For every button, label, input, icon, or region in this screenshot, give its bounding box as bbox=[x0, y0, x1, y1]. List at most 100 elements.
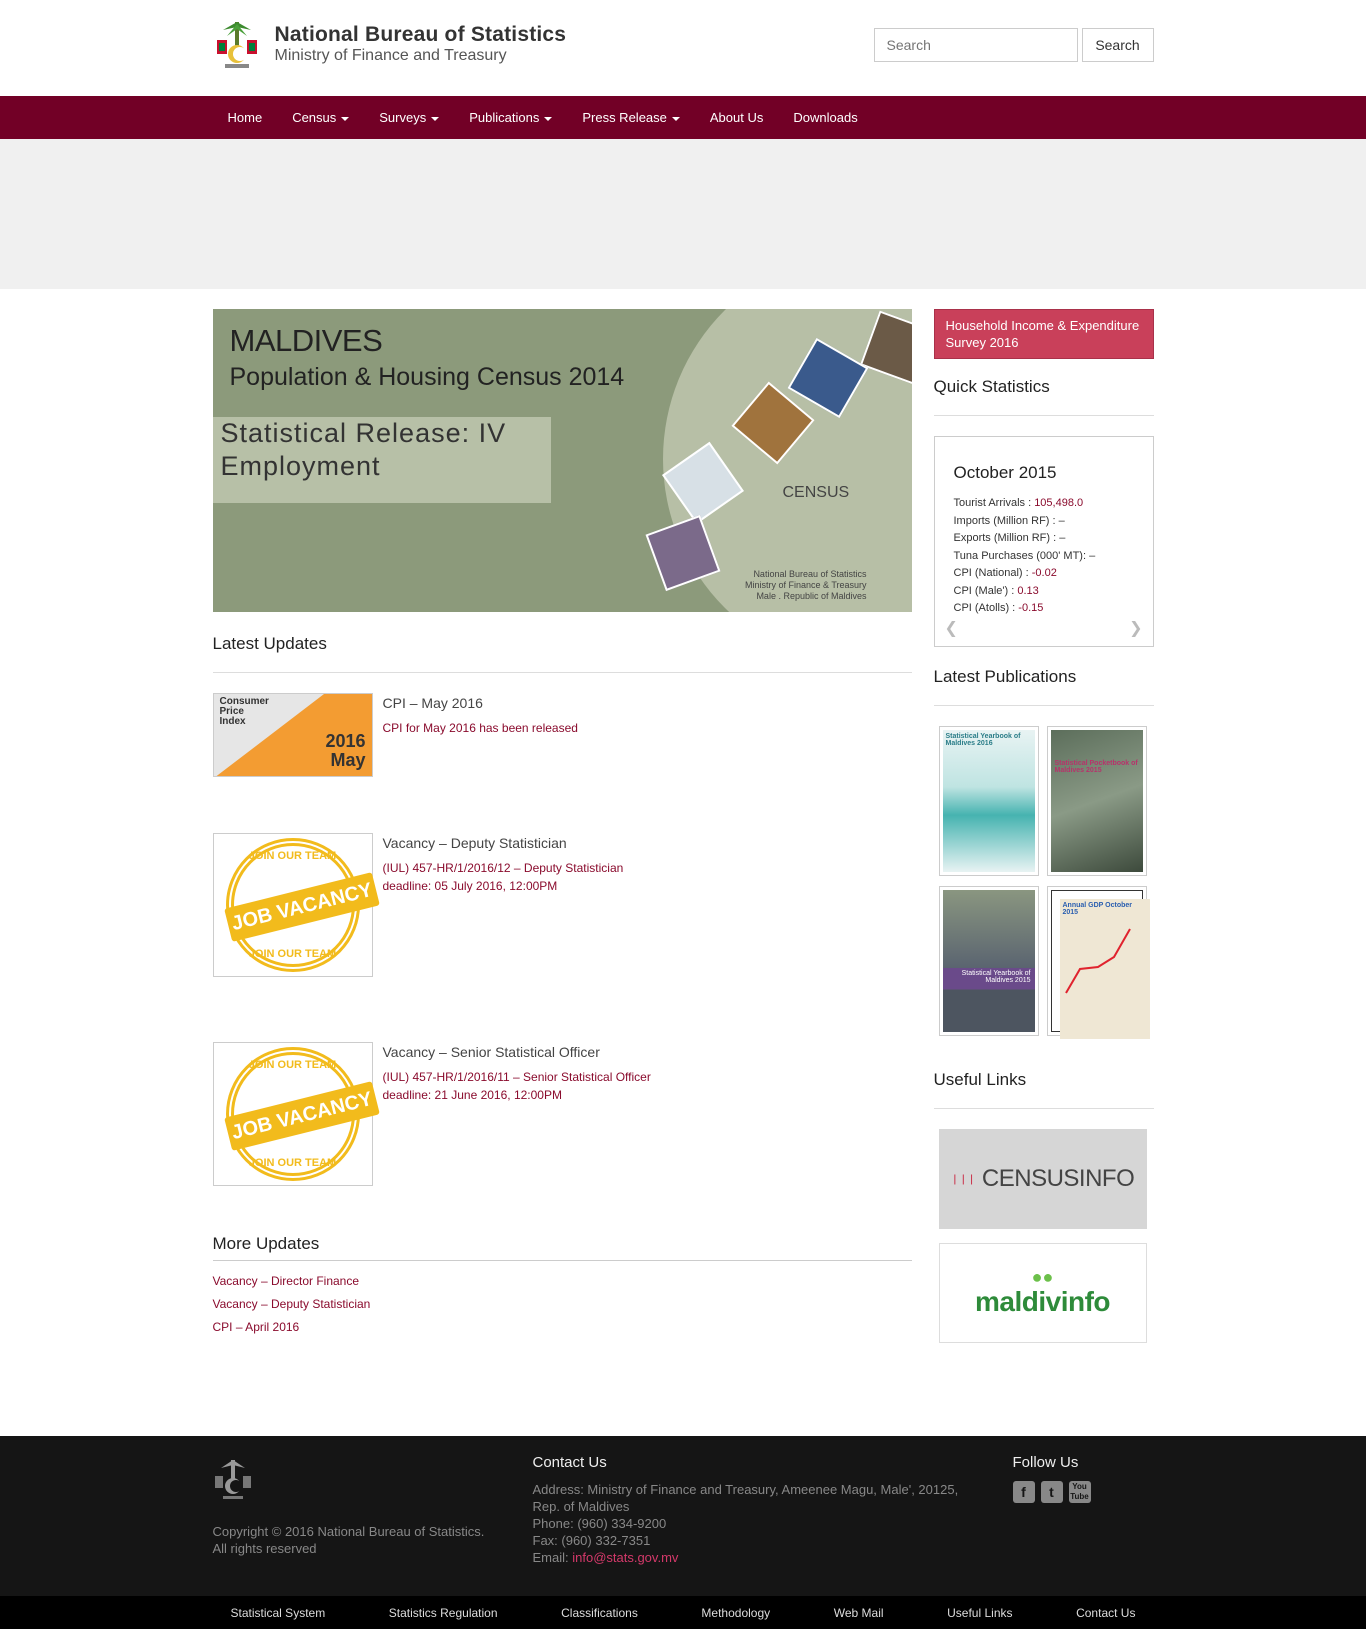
site-footer: Copyright © 2016 National Bureau of Stat… bbox=[0, 1436, 1366, 1629]
publication-cover[interactable]: Statistical Pocketbook of Maldives 2015 bbox=[1046, 726, 1147, 876]
footer-emblem-icon bbox=[213, 1456, 533, 1505]
update-title[interactable]: Vacancy – Deputy Statistician bbox=[383, 835, 624, 851]
banner-release-line1: Statistical Release: IV bbox=[220, 418, 507, 448]
org-title: National Bureau of Statistics bbox=[274, 22, 567, 46]
update-description[interactable]: (IUL) 457-HR/1/2016/12 – Deputy Statisti… bbox=[383, 859, 624, 895]
chevron-left-icon[interactable]: ❮ bbox=[945, 618, 958, 638]
update-title[interactable]: Vacancy – Senior Statistical Officer bbox=[383, 1044, 651, 1060]
banner-release-line2: Employment bbox=[220, 451, 381, 481]
census-logo-text: CENSUS bbox=[782, 484, 850, 501]
nav-label: About Us bbox=[709, 110, 764, 125]
nav-downloads[interactable]: Downloads bbox=[778, 110, 872, 125]
maldivinfo-link[interactable]: ●● maldivinfo bbox=[938, 1243, 1147, 1343]
quick-statistics-heading: Quick Statistics bbox=[933, 359, 1154, 416]
search-form: Search bbox=[873, 28, 1154, 62]
stat-label: CPI (Atolls) : bbox=[953, 602, 1019, 614]
stat-label: Tuna Purchases (000' MT): bbox=[953, 549, 1090, 562]
publication-cover[interactable]: Statistical Yearbook of Maldives 2016 bbox=[938, 726, 1039, 876]
footer-link-statistics-regulation[interactable]: Statistics Regulation bbox=[389, 1606, 498, 1620]
site-header: National Bureau of Statistics Ministry o… bbox=[213, 0, 1154, 96]
gdp-chart-icon bbox=[1064, 928, 1131, 994]
more-update-link[interactable]: Vacancy – Director Finance bbox=[213, 1270, 912, 1293]
nav-census[interactable]: Census bbox=[277, 110, 364, 125]
stat-value: – bbox=[1089, 549, 1096, 562]
contact-phone: Phone: (960) 334-9200 bbox=[532, 1516, 667, 1531]
nav-press-release[interactable]: Press Release bbox=[567, 110, 695, 125]
publication-cover[interactable]: Annual GDP October 2015 bbox=[1046, 886, 1150, 1039]
stat-row: Imports (Million RF) : – bbox=[954, 513, 1134, 531]
cpi-thumbnail: Consumer Price Index 2016 May bbox=[212, 693, 373, 777]
footer-link-statistical-system[interactable]: Statistical System bbox=[231, 1606, 326, 1620]
more-updates-list: Vacancy – Director Finance Vacancy – Dep… bbox=[213, 1261, 912, 1339]
update-thumbnail[interactable]: JOIN OUR TEAM JOB VACANCY JOIN OUR TEAM bbox=[212, 833, 380, 977]
stat-value: 0.13 bbox=[1017, 584, 1039, 597]
copyright-line: Copyright © 2016 National Bureau of Stat… bbox=[212, 1524, 485, 1539]
follow-heading: Follow Us bbox=[1012, 1454, 1079, 1471]
useful-links-heading: Useful Links bbox=[933, 1036, 1154, 1109]
stat-label: Imports (Million RF) : bbox=[953, 514, 1059, 527]
footer-bottom-nav: Statistical System Statistics Regulation… bbox=[0, 1596, 1366, 1629]
stamp-top-text: JOIN OUR TEAM bbox=[248, 1059, 337, 1071]
credit-line: Male . Republic of Maldives bbox=[756, 591, 867, 601]
more-update-link[interactable]: CPI – April 2016 bbox=[213, 1316, 912, 1339]
footer-link-classifications[interactable]: Classifications bbox=[561, 1606, 638, 1620]
update-item: JOIN OUR TEAM JOB VACANCY JOIN OUR TEAM … bbox=[212, 813, 912, 977]
contact-address: Rep. of Maldives bbox=[532, 1499, 630, 1514]
update-desc-line: CPI for May 2016 has been released bbox=[382, 721, 578, 735]
stat-row: CPI (Atolls) : -0.15 bbox=[954, 600, 1134, 618]
email-link[interactable]: info@stats.gov.mv bbox=[572, 1550, 678, 1565]
hero-band bbox=[0, 139, 1366, 289]
footer-link-useful-links[interactable]: Useful Links bbox=[947, 1606, 1012, 1620]
update-description[interactable]: CPI for May 2016 has been released bbox=[383, 719, 578, 737]
nav-home[interactable]: Home bbox=[213, 110, 278, 125]
quick-statistics-carousel: October 2015 Tourist Arrivals : 105,498.… bbox=[933, 436, 1154, 647]
footer-brand: Copyright © 2016 National Bureau of Stat… bbox=[213, 1454, 533, 1596]
hies-2016-button[interactable]: Household Income & Expenditure Survey 20… bbox=[933, 309, 1154, 359]
update-desc-line: (IUL) 457-HR/1/2016/12 – Deputy Statisti… bbox=[382, 861, 624, 875]
stat-label: CPI (Male') : bbox=[953, 584, 1018, 597]
update-title[interactable]: CPI – May 2016 bbox=[383, 695, 578, 711]
twitter-icon[interactable]: t bbox=[1040, 1481, 1063, 1503]
footer-link-methodology[interactable]: Methodology bbox=[701, 1606, 770, 1620]
stat-row: CPI (Male') : 0.13 bbox=[954, 583, 1134, 601]
nav-label: Surveys bbox=[379, 110, 427, 125]
search-button[interactable]: Search bbox=[1081, 28, 1154, 62]
caret-down-icon bbox=[671, 116, 680, 121]
stamp-band-text: JOB VACANCY bbox=[223, 1081, 380, 1151]
chevron-right-icon[interactable]: ❯ bbox=[1129, 618, 1142, 638]
nav-about-us[interactable]: About Us bbox=[695, 110, 778, 125]
footer-social: Follow Us f t You Tube bbox=[1012, 1454, 1154, 1596]
publication-cover[interactable]: Statistical Yearbook of Maldives 2015 bbox=[938, 886, 1039, 1036]
cpi-year: 2016 bbox=[325, 731, 366, 751]
site-logo[interactable]: National Bureau of Statistics Ministry o… bbox=[213, 18, 567, 70]
stamp-bottom-text: JOIN OUR TEAM bbox=[248, 1157, 337, 1169]
facebook-icon[interactable]: f bbox=[1012, 1481, 1035, 1503]
credit-line: Ministry of Finance & Treasury bbox=[744, 580, 867, 590]
youtube-icon[interactable]: You Tube bbox=[1068, 1481, 1091, 1503]
contact-fax: Fax: (960) 332-7351 bbox=[532, 1533, 651, 1548]
org-subtitle: Ministry of Finance and Treasury bbox=[274, 46, 507, 64]
census-banner[interactable]: MALDIVES Population & Housing Census 201… bbox=[212, 309, 912, 612]
job-vacancy-stamp: JOIN OUR TEAM JOB VACANCY JOIN OUR TEAM bbox=[212, 1042, 380, 1186]
stamp-top-text: JOIN OUR TEAM bbox=[248, 850, 337, 862]
stat-label: CPI (National) : bbox=[953, 567, 1032, 579]
quick-stats-month: October 2015 bbox=[953, 463, 1057, 482]
update-thumbnail[interactable]: Consumer Price Index 2016 May bbox=[212, 693, 373, 813]
footer-link-web-mail[interactable]: Web Mail bbox=[834, 1606, 884, 1620]
nav-label: Downloads bbox=[793, 110, 858, 125]
stamp-band-text: JOB VACANCY bbox=[223, 872, 380, 942]
update-item: JOIN OUR TEAM JOB VACANCY JOIN OUR TEAM … bbox=[212, 1022, 912, 1186]
more-update-link[interactable]: Vacancy – Deputy Statistician bbox=[213, 1293, 912, 1316]
update-thumbnail[interactable]: JOIN OUR TEAM JOB VACANCY JOIN OUR TEAM bbox=[212, 1042, 380, 1186]
nav-surveys[interactable]: Surveys bbox=[364, 110, 454, 125]
cpi-label-line: Index bbox=[219, 716, 246, 727]
contact-email: Email: info@stats.gov.mv bbox=[533, 1549, 1013, 1566]
update-description[interactable]: (IUL) 457-HR/1/2016/11 – Senior Statisti… bbox=[383, 1068, 651, 1104]
caret-down-icon bbox=[544, 116, 553, 121]
search-input[interactable] bbox=[873, 28, 1078, 62]
footer-link-contact-us[interactable]: Contact Us bbox=[1076, 1606, 1135, 1620]
nav-publications[interactable]: Publications bbox=[454, 110, 567, 125]
cpi-month: May bbox=[330, 750, 366, 770]
stat-value: -0.15 bbox=[1018, 602, 1044, 614]
censusinfo-link[interactable]: ❘❘❘ CENSUSINFO bbox=[938, 1129, 1147, 1229]
